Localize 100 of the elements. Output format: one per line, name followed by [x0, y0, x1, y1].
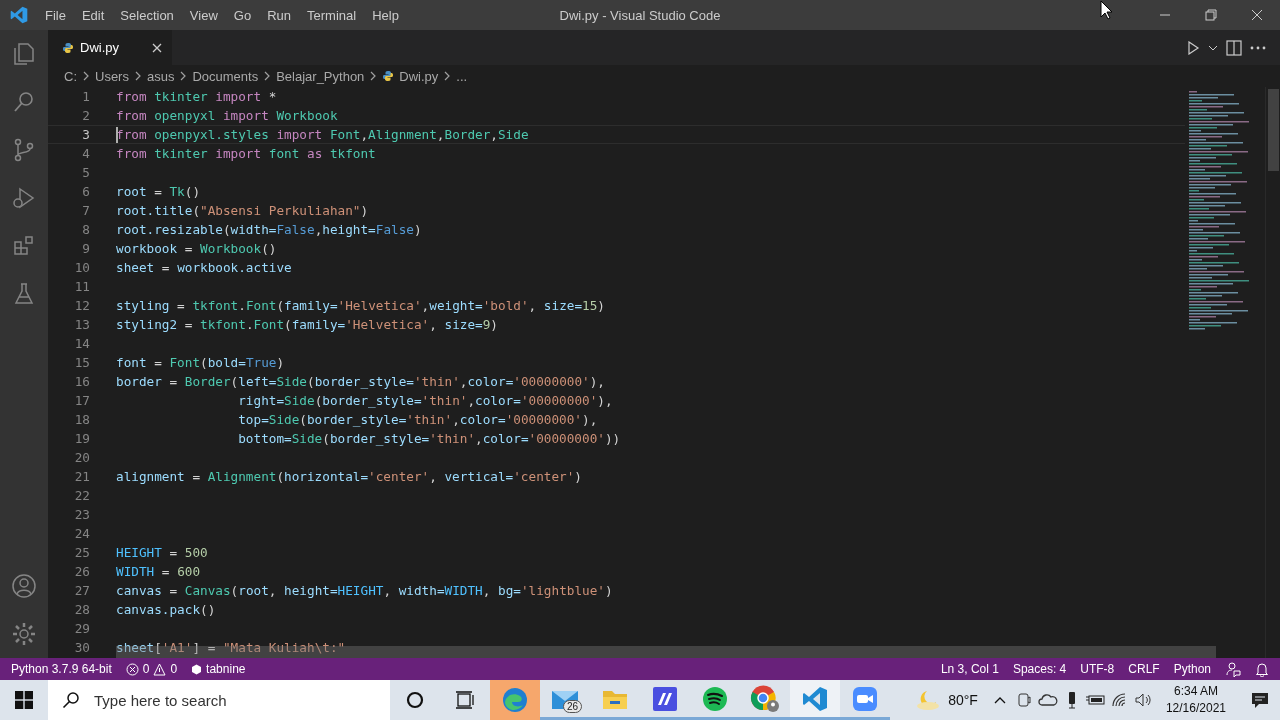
search-icon: [62, 691, 80, 709]
feedback-icon[interactable]: [1225, 661, 1241, 677]
video-call-icon[interactable]: [852, 685, 878, 712]
line-number: 2: [81, 108, 90, 123]
chevron-icon: [443, 71, 452, 81]
scrollbar-thumb[interactable]: [1268, 89, 1279, 171]
start-icon[interactable]: [15, 691, 33, 709]
extension-status[interactable]: tabnine: [206, 662, 246, 676]
python-file-icon: [62, 41, 74, 54]
line-number: 13: [73, 317, 90, 332]
menu-item[interactable]: Terminal: [299, 0, 365, 30]
chevron-icon: [263, 71, 272, 81]
window-title: Dwi.py - Visual Studio Code: [559, 7, 721, 23]
line-number: 10: [73, 260, 90, 275]
app-tile-icon[interactable]: [652, 685, 678, 712]
line-number: 6: [81, 184, 90, 199]
mouse-pointer-icon: [1100, 0, 1113, 20]
python-file-icon: [382, 70, 395, 82]
chevron-up-icon[interactable]: [993, 696, 1006, 704]
error-count[interactable]: 0: [142, 662, 150, 676]
code-line: bottom=Side(border_style='thin',color='00000000')): [237, 431, 621, 446]
account-icon[interactable]: [11, 573, 37, 599]
editor-tab[interactable]: Dwi.py: [48, 30, 172, 65]
line-number: 15: [73, 355, 90, 370]
menu-item[interactable]: Run: [259, 0, 299, 30]
indentation-status[interactable]: Spaces: 4: [1005, 662, 1074, 676]
menu-item[interactable]: View: [181, 0, 226, 30]
breadcrumb-item[interactable]: ...: [456, 68, 468, 84]
menu-item[interactable]: Go: [225, 0, 260, 30]
line-number: 4: [81, 146, 90, 161]
line-number: 21: [73, 469, 90, 484]
code-line: styling2 = tkfont.Font(family='Helvetica', size=9): [116, 317, 498, 332]
breadcrumb-item[interactable]: Belajar_Python: [276, 68, 365, 84]
interpreter-status[interactable]: Python 3.7.9 64-bit: [4, 662, 119, 676]
cursor-position[interactable]: Ln 3, Col 1: [933, 662, 1006, 676]
battery-icon[interactable]: [1085, 694, 1106, 706]
clock-date[interactable]: 12/16/2021: [1165, 700, 1226, 717]
line-number: 12: [73, 298, 90, 313]
encoding-status[interactable]: UTF-8: [1073, 662, 1122, 676]
line-number: 3: [81, 127, 90, 142]
chevron-icon: [82, 71, 90, 81]
music-app-icon[interactable]: [702, 685, 728, 712]
breadcrumb-item[interactable]: C:: [64, 68, 77, 84]
menu-item[interactable]: Help: [364, 0, 407, 30]
caret-icon[interactable]: [1208, 43, 1218, 52]
flask-icon[interactable]: [12, 282, 36, 306]
line-number: 26: [73, 564, 90, 579]
cloud-icon[interactable]: [1037, 694, 1058, 706]
source-control-icon[interactable]: [12, 138, 36, 162]
search-field[interactable]: Type here to search: [48, 680, 390, 720]
chevron-icon: [369, 71, 378, 81]
code-line: font = Font(bold=True): [116, 355, 285, 370]
line-number: 28: [73, 602, 90, 617]
search-icon[interactable]: [12, 90, 36, 114]
assistant-icon[interactable]: [406, 691, 424, 709]
restore-icon[interactable]: [1205, 9, 1217, 21]
more-icon[interactable]: [1250, 45, 1266, 50]
code-line: sheet['A1'] = "Mata Kuliah\t:": [116, 640, 346, 655]
line-number: 17: [73, 393, 90, 408]
warning-icon: [153, 662, 167, 676]
files-icon[interactable]: [12, 42, 36, 66]
extensions-icon[interactable]: [12, 234, 36, 258]
notifications-icon[interactable]: [1250, 690, 1270, 710]
code-line: alignment = Alignment(horizontal='center', vertical='center'): [116, 469, 582, 484]
line-number: 1: [81, 89, 90, 104]
code-line: sheet = workbook.active: [116, 260, 292, 275]
line-ending-status[interactable]: CRLF: [1121, 662, 1167, 676]
browser-profile-icon[interactable]: [750, 684, 780, 713]
close-icon[interactable]: [1251, 9, 1263, 21]
wifi-icon[interactable]: [1111, 693, 1128, 707]
close-icon[interactable]: [152, 42, 162, 53]
meet-icon[interactable]: [1016, 692, 1031, 708]
chevron-icon: [179, 71, 188, 81]
code-line: from tkinter import font as tkfont: [116, 146, 376, 161]
breadcrumb-item[interactable]: Documents: [192, 68, 259, 84]
menu-item[interactable]: File: [37, 0, 74, 30]
speaker-icon[interactable]: [1134, 693, 1153, 707]
split-editor-icon[interactable]: [1226, 39, 1242, 56]
phone-icon[interactable]: [1066, 691, 1077, 709]
line-number: 8: [81, 222, 90, 237]
weather-temperature[interactable]: 80°F: [948, 692, 978, 708]
line-number: 14: [73, 336, 90, 351]
language-mode[interactable]: Python: [1166, 662, 1218, 676]
menu-item[interactable]: Selection: [112, 0, 182, 30]
chevron-icon: [133, 71, 142, 81]
run-debug-icon[interactable]: [12, 186, 36, 210]
breadcrumb-item[interactable]: Users: [95, 68, 129, 84]
bell-icon[interactable]: [1255, 661, 1269, 677]
breadcrumb-item[interactable]: asus: [146, 68, 175, 84]
run-icon[interactable]: [1186, 40, 1200, 55]
clock-time[interactable]: 6:34 AM: [1173, 683, 1218, 700]
line-number: 30: [73, 640, 90, 655]
breadcrumb-item[interactable]: Dwi.py: [399, 68, 439, 84]
task-view-icon[interactable]: [455, 691, 475, 709]
menu-item[interactable]: Edit: [73, 0, 113, 30]
line-number: 25: [73, 545, 90, 560]
settings-icon[interactable]: [11, 621, 37, 647]
code-line: border = Border(left=Side(border_style='thin',color='00000000'),: [116, 374, 605, 389]
warning-count[interactable]: 0: [170, 662, 178, 676]
code-editor-icon[interactable]: [802, 685, 828, 712]
